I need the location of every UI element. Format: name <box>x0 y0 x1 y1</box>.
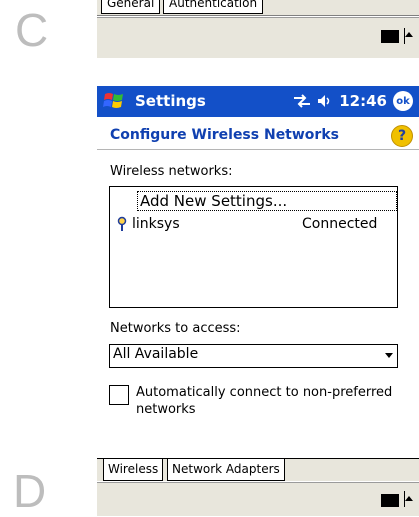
clock[interactable]: 12:46 <box>339 92 387 110</box>
top-tab-strip: General Authentication <box>97 0 419 16</box>
page-header: Configure Wireless Networks ? <box>97 121 419 150</box>
bottom-menu-bar <box>97 482 419 516</box>
input-arrow-icon[interactable] <box>405 496 413 501</box>
connectivity-icon[interactable] <box>293 94 311 108</box>
tab-authentication[interactable]: Authentication <box>163 0 264 14</box>
tab-general[interactable]: General <box>101 0 161 14</box>
bottom-tab-strip: Wireless Network Adapters <box>97 459 419 481</box>
add-new-settings-item[interactable]: Add New Settings... <box>137 191 397 211</box>
wireless-networks-label: Wireless networks: <box>110 164 233 179</box>
networks-to-access-select[interactable]: All Available <box>109 344 398 368</box>
network-status: Connected <box>302 216 378 232</box>
networks-to-access-label: Networks to access: <box>110 321 241 336</box>
volume-icon[interactable] <box>317 94 333 108</box>
select-value: All Available <box>113 346 199 362</box>
key-icon <box>117 216 127 231</box>
frame-label-c: C <box>15 4 49 56</box>
title-bar-status: 12:46 ok <box>293 91 413 111</box>
page-title: Configure Wireless Networks <box>110 127 339 143</box>
wireless-networks-list[interactable]: Add New Settings... linksys Connected <box>109 186 398 308</box>
tab-divider <box>97 458 419 459</box>
auto-connect-label[interactable]: Automatically connect to non-preferred n… <box>136 384 406 418</box>
auto-connect-checkbox[interactable] <box>109 385 129 405</box>
app-title: Settings <box>135 92 206 110</box>
title-bar: Settings 12:46 ok <box>97 86 419 117</box>
keyboard-icon[interactable] <box>381 30 399 43</box>
input-arrow-icon[interactable] <box>405 32 413 37</box>
ok-button[interactable]: ok <box>393 91 413 111</box>
help-icon[interactable]: ? <box>391 125 413 147</box>
frame-label-d: D <box>13 465 47 517</box>
list-item[interactable]: linksys Connected <box>110 213 397 235</box>
tab-network-adapters[interactable]: Network Adapters <box>167 459 285 481</box>
chevron-down-icon[interactable] <box>385 353 393 358</box>
windows-logo-icon[interactable] <box>103 90 127 112</box>
tab-wireless[interactable]: Wireless <box>103 459 164 481</box>
top-menu-bar <box>97 17 419 58</box>
network-name: linksys <box>132 216 180 232</box>
keyboard-icon[interactable] <box>381 494 399 507</box>
